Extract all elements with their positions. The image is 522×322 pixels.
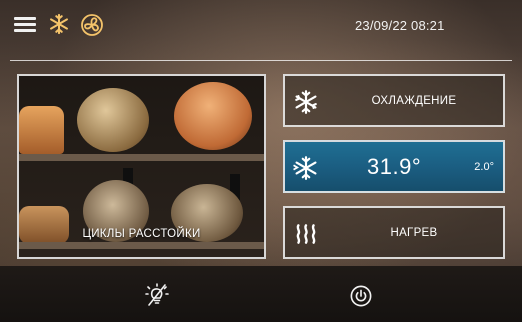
proofing-cycles-card[interactable]: ЦИКЛЫ РАССТОЙКИ bbox=[17, 74, 266, 259]
proofing-cycles-label: ЦИКЛЫ РАССТОЙКИ bbox=[82, 228, 201, 240]
power-icon[interactable] bbox=[350, 285, 372, 307]
temperature-value: 31.9° bbox=[367, 154, 422, 179]
datetime: 23/09/22 08:21 bbox=[355, 18, 445, 33]
header-divider bbox=[10, 60, 512, 61]
heat-waves-icon bbox=[296, 224, 316, 244]
temperature-setpoint-card[interactable]: 31.9° 2.0° bbox=[283, 140, 505, 193]
snowflake-icon bbox=[50, 13, 68, 35]
shelf-image bbox=[19, 154, 264, 161]
menu-icon[interactable] bbox=[14, 17, 36, 33]
snowflake-icon bbox=[295, 90, 317, 114]
fan-icon bbox=[81, 14, 103, 36]
cooling-button[interactable]: ОХЛАЖДЕНИЕ bbox=[283, 74, 505, 127]
bread-image bbox=[19, 106, 64, 154]
bottom-bar bbox=[0, 266, 522, 322]
temperature-differential: 2.0° bbox=[474, 161, 494, 173]
top-bar: 23/09/22 08:21 bbox=[0, 0, 522, 62]
light-off-icon[interactable] bbox=[145, 283, 169, 307]
shelf-image bbox=[19, 242, 264, 249]
heating-button[interactable]: НАГРЕВ bbox=[283, 206, 505, 259]
bread-image bbox=[174, 82, 252, 150]
bread-image bbox=[77, 88, 149, 152]
snowflake-fan-icon bbox=[293, 156, 317, 180]
heating-label: НАГРЕВ bbox=[390, 227, 438, 239]
cooling-label: ОХЛАЖДЕНИЕ bbox=[371, 95, 457, 107]
